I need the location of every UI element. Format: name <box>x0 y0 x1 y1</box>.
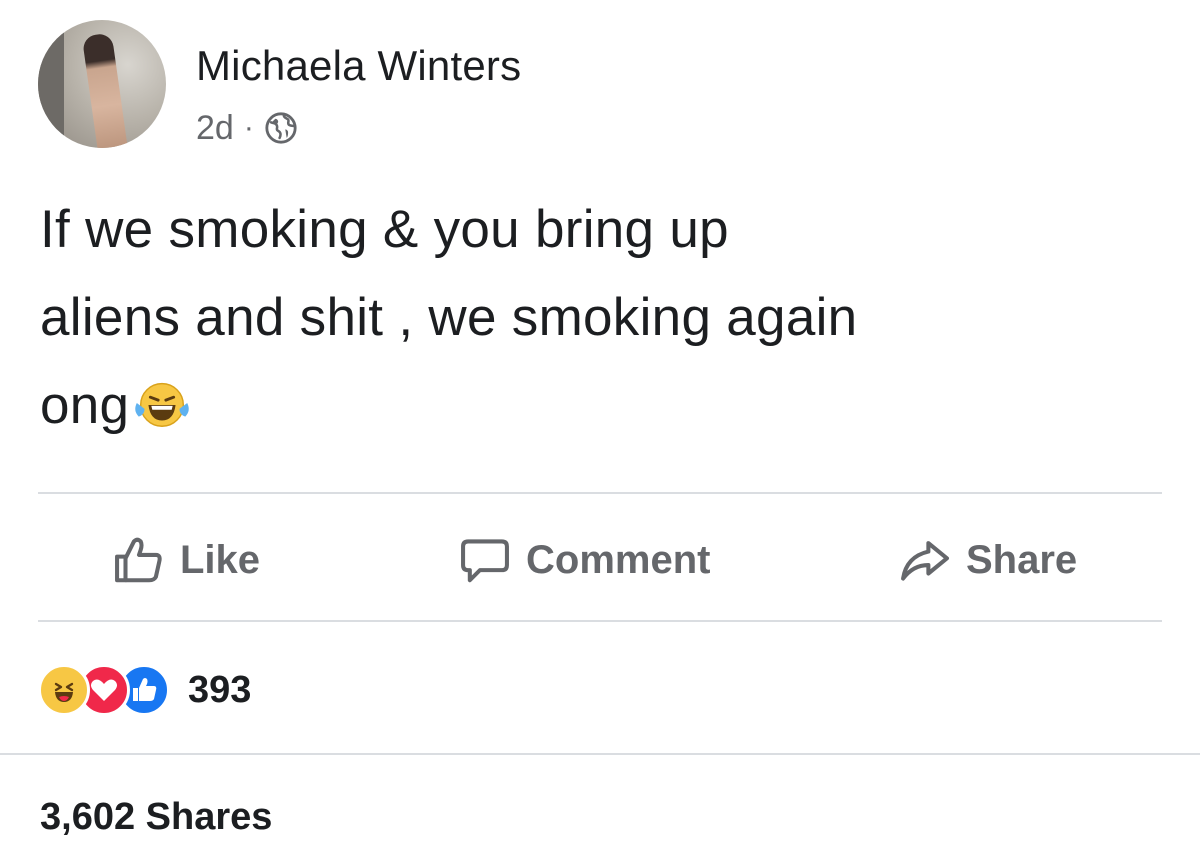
share-arrow-icon <box>901 541 949 581</box>
post-text-line: If we smoking & you bring up <box>40 200 729 259</box>
divider <box>0 753 1200 755</box>
meta-separator: · <box>243 111 254 144</box>
divider <box>38 492 1162 494</box>
like-label: Like <box>180 537 261 582</box>
author-name[interactable]: Michaela Winters <box>196 42 521 90</box>
post-text-line: aliens and shit , we smoking again <box>40 288 858 347</box>
avatar-background <box>38 20 64 148</box>
reaction-count: 393 <box>188 668 252 711</box>
reactions-summary[interactable]: 393 <box>38 662 251 718</box>
comment-button[interactable]: Comment <box>458 530 710 590</box>
haha-reaction-icon <box>38 664 90 716</box>
globe-icon[interactable] <box>264 111 298 145</box>
comment-label: Comment <box>526 537 711 582</box>
thumbs-up-icon <box>115 537 162 583</box>
shares-count[interactable]: 3,602 Shares <box>40 796 272 839</box>
share-label: Share <box>966 537 1078 582</box>
laughing-crying-emoji-icon <box>135 382 190 427</box>
post-text: If we smoking & you bring up aliens and … <box>40 186 1160 450</box>
avatar-figure <box>81 32 129 148</box>
author-avatar[interactable] <box>38 20 166 148</box>
like-button[interactable]: Like <box>112 530 260 590</box>
comment-bubble-icon <box>461 539 509 583</box>
post-text-line-last: ong <box>40 362 1160 450</box>
post-timestamp[interactable]: 2d <box>196 109 234 148</box>
post-meta: 2d · <box>196 106 298 150</box>
share-button[interactable]: Share <box>898 530 1077 590</box>
post-text-line-content: ong <box>40 376 130 435</box>
divider <box>38 620 1162 622</box>
